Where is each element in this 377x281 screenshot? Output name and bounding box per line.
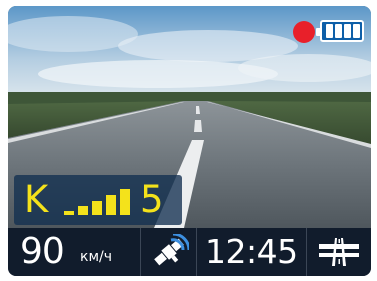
dashcam-screen: K 5 90 км/ч 12:45 [8,6,371,276]
status-bar: 90 км/ч 12:45 [8,228,371,276]
clock-section: 12:45 [196,228,306,276]
battery-cell [344,24,351,38]
radar-band: K [24,178,49,221]
battery-cell [326,24,333,38]
highway-icon [319,238,359,266]
satellite-icon [154,234,189,266]
speed-section: 90 км/ч [8,228,140,276]
battery-icon [316,20,364,42]
record-dot-icon [293,21,315,43]
clock-time: 12:45 [205,232,298,271]
speed-value: 90 [20,231,65,272]
battery-cell [353,24,360,38]
battery-cell [335,24,342,38]
road-section [306,228,371,276]
signal-strength-icon [64,189,130,215]
device-frame: K 5 90 км/ч 12:45 [0,0,377,281]
speed-unit: км/ч [80,249,113,265]
gps-section [140,228,196,276]
signal-level: 5 [140,178,164,221]
radar-alert-panel: K 5 [14,175,182,225]
battery-cap [316,28,320,36]
